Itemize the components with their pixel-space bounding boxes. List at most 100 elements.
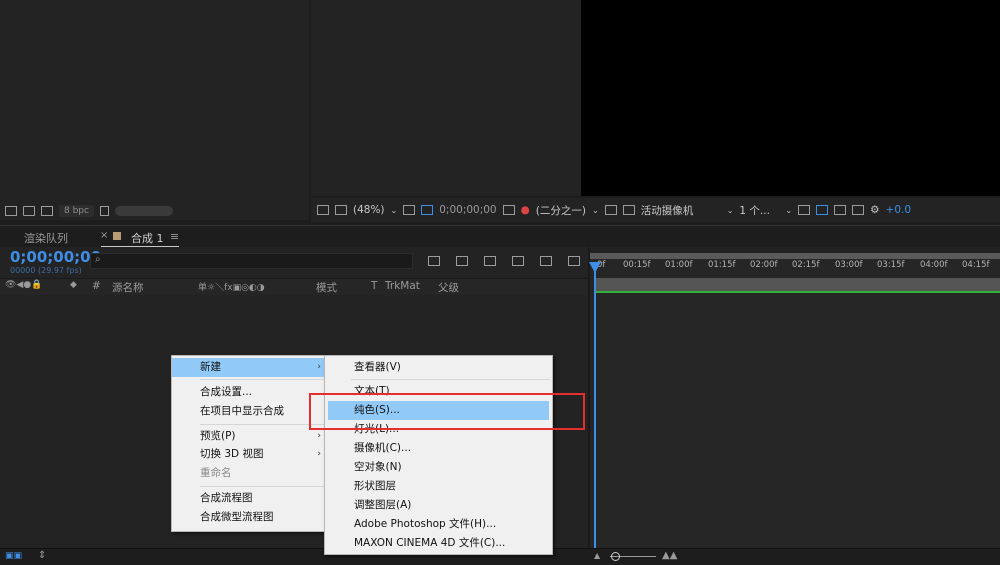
menu-item-label: 合成设置... (200, 386, 253, 398)
time-navigator[interactable] (590, 253, 1000, 259)
chevron-down-icon: ⌄ (785, 205, 793, 215)
flowchart-icon[interactable] (834, 205, 847, 215)
menu-item-reveal-in-project[interactable]: 在项目中显示合成 (172, 402, 327, 421)
timeline-tab-bar: 渲染队列 × 合成 1 ≡ (0, 225, 1000, 248)
menu-item-label: 合成流程图 (200, 492, 253, 504)
fast-previews-icon[interactable] (604, 205, 617, 215)
menu-item-label: 查看器(V) (354, 361, 401, 373)
close-icon[interactable]: × (100, 230, 108, 241)
frame-render-icon[interactable]: ⇕ (38, 550, 46, 561)
views-dropdown[interactable]: 1 个... (739, 203, 779, 218)
snapshot-icon[interactable] (502, 205, 515, 215)
zoom-out-icon[interactable]: ▲ (594, 551, 600, 560)
work-area-range (594, 291, 1000, 293)
chevron-down-icon: ⌄ (390, 205, 398, 215)
submenu-item-photoshop-file[interactable]: Adobe Photoshop 文件(H)... (328, 515, 549, 534)
viewer-panel (311, 0, 581, 196)
menu-item-label: 调整图层(A) (354, 499, 412, 511)
toggle-pixel-aspect-icon[interactable] (798, 205, 811, 215)
menu-item-switch-3d-view[interactable]: 切换 3D 视图 › (172, 445, 327, 464)
menu-separator (200, 379, 325, 380)
ruler-tick: 03:15f (877, 260, 905, 270)
menu-item-label: 在项目中显示合成 (200, 405, 284, 417)
menu-item-label: 合成微型流程图 (200, 511, 274, 523)
ruler-tick: 04:00f (920, 260, 948, 270)
work-area-bar[interactable] (594, 278, 1000, 292)
context-menu: 新建 › 合成设置... 在项目中显示合成 预览(P) › 切换 3D 视图 ›… (171, 355, 328, 532)
new-composition-icon[interactable] (41, 206, 53, 216)
project-toolbar: 8 bpc (0, 200, 309, 222)
transparency-grid-icon[interactable] (622, 205, 635, 215)
menu-item-preview[interactable]: 预览(P) › (172, 427, 327, 446)
frame-blending-icon[interactable] (512, 256, 524, 266)
submenu-arrow-icon: › (317, 362, 321, 372)
resolution-dropdown[interactable]: (二分之一) (536, 203, 586, 218)
submenu-item-camera[interactable]: 摄像机(C)... (328, 439, 549, 458)
thumbnail-size-slider[interactable] (114, 206, 173, 216)
panel-menu-icon[interactable]: ≡ (170, 230, 179, 243)
timeline-icon[interactable] (852, 205, 865, 215)
zoom-in-icon[interactable]: ▲▲ (662, 550, 677, 561)
region-of-interest-icon[interactable] (421, 205, 434, 215)
composition-viewer[interactable] (581, 0, 1000, 196)
graph-editor-icon[interactable] (568, 256, 580, 266)
submenu-item-shape-layer[interactable]: 形状图层 (328, 477, 549, 496)
timeline-track-area[interactable] (590, 276, 1000, 552)
exposure-reset-icon[interactable]: ⚙ (870, 204, 879, 216)
viewer-timecode[interactable]: 0;00;00;00 (439, 204, 496, 216)
motion-blur-icon[interactable] (540, 256, 552, 266)
layer-column-header: 👁◀●🔒 ◆ # 源名称 单☼＼fx▣◎◐◑ 模式 T TrkMat 父级 (0, 278, 588, 296)
submenu-item-viewer[interactable]: 查看器(V) (328, 358, 549, 377)
grid-guide-icon[interactable] (403, 205, 416, 215)
menu-item-comp-settings[interactable]: 合成设置... (172, 383, 327, 402)
color-channels-icon[interactable]: ● (521, 204, 530, 216)
toggle-mask-icon[interactable] (816, 205, 829, 215)
menu-separator (200, 486, 325, 487)
submenu-item-null-object[interactable]: 空对象(N) (328, 458, 549, 477)
ruler-ticks: 0f 00:15f 01:00f 01:15f 02:00f 02:15f 03… (590, 260, 1000, 274)
menu-item-rename: 重命名 (172, 464, 327, 483)
playhead-line[interactable] (594, 262, 596, 552)
trash-icon[interactable] (99, 206, 109, 216)
menu-item-label: 空对象(N) (354, 461, 402, 473)
ruler-tick: 01:00f (665, 260, 693, 270)
submenu-item-adjustment-layer[interactable]: 调整图层(A) (328, 496, 549, 515)
submenu-item-cinema4d-file[interactable]: MAXON CINEMA 4D 文件(C)... (328, 534, 549, 553)
column-parent[interactable]: 父级 (438, 280, 459, 295)
project-panel (0, 0, 309, 220)
menu-item-new[interactable]: 新建 › (172, 358, 327, 377)
ruler-tick: 04:15f (962, 260, 990, 270)
menu-item-label: 摄像机(C)... (354, 442, 412, 454)
av-switches-icon: 👁◀●🔒 (5, 280, 43, 290)
monitor-icon[interactable] (335, 205, 347, 215)
column-source-name[interactable]: 源名称 (112, 280, 144, 295)
submenu-arrow-icon: › (317, 449, 321, 459)
menu-item-label: MAXON CINEMA 4D 文件(C)... (354, 537, 506, 549)
layer-switches-toggle-icon[interactable]: ▣▣ (5, 551, 22, 561)
new-folder-icon[interactable] (23, 206, 35, 216)
composition-icon (113, 232, 121, 240)
camera-dropdown[interactable]: 活动摄像机 (641, 203, 721, 218)
zoom-dropdown[interactable]: (48%) (353, 204, 385, 216)
always-preview-icon[interactable] (317, 205, 329, 215)
draft-3d-icon[interactable] (456, 256, 468, 266)
column-mode[interactable]: 模式 (316, 280, 337, 295)
playhead-handle[interactable] (589, 262, 601, 273)
comp-mini-flowchart-icon[interactable] (428, 256, 440, 266)
layer-search-input[interactable]: ⌕ (90, 253, 413, 269)
bit-depth-button[interactable]: 8 bpc (59, 205, 94, 217)
menu-item-comp-flowchart[interactable]: 合成流程图 (172, 489, 327, 508)
tab-render-queue[interactable]: 渲染队列 (24, 230, 68, 246)
shy-layers-icon[interactable] (484, 256, 496, 266)
interpret-footage-icon[interactable] (5, 206, 17, 216)
tab-composition-1[interactable]: 合成 1 (131, 230, 164, 246)
exposure-value[interactable]: +0.0 (886, 204, 912, 216)
ruler-tick: 02:00f (750, 260, 778, 270)
menu-item-comp-mini-flowchart[interactable]: 合成微型流程图 (172, 508, 327, 527)
viewer-toolbar: (48%) ⌄ 0;00;00;00 ● (二分之一) ⌄ 活动摄像机 ⌄ 1 … (311, 198, 1000, 222)
menu-item-label: 新建 (200, 361, 221, 373)
zoom-slider-handle[interactable] (611, 552, 620, 561)
column-trkmat[interactable]: TrkMat (385, 280, 420, 292)
current-time-display[interactable]: 0;00;00;00 (10, 248, 101, 266)
timeline-switch-icons (428, 256, 580, 266)
